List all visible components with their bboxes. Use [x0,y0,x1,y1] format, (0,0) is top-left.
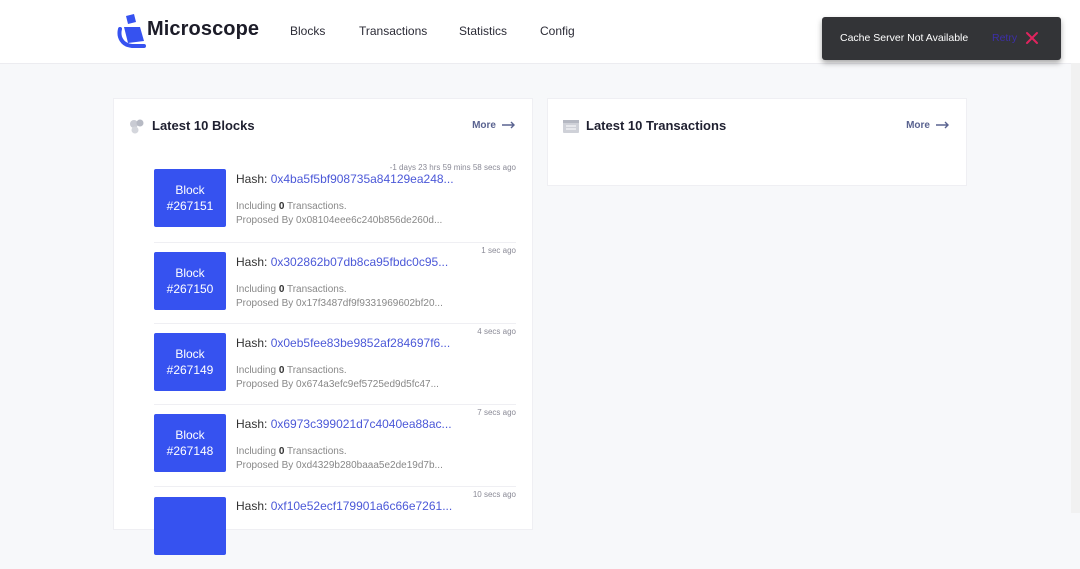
tx-count: 0 [278,201,285,212]
block-tx-count: Including 0 Transactions. [236,446,347,457]
including-label: Including [236,446,277,457]
block-list-item: 10 secs ago Hash: 0xf10e52ecf179901a6c66… [154,486,516,569]
nav-blocks[interactable]: Blocks [290,24,325,38]
block-proposer: Proposed By 0x08104eee6c240b856de260d... [236,215,442,226]
more-transactions-link[interactable]: More [906,120,950,131]
block-hash-link[interactable]: 0x0eb5fee83be9852af284697f6... [271,336,451,350]
proposed-by-label: Proposed By [236,460,294,471]
block-badge[interactable]: Block #267149 [154,333,226,391]
hash-label: Hash: [236,499,268,513]
transactions-label: Transactions. [286,365,347,376]
block-hash: Hash: 0x6973c399021d7c4040ea88ac... [236,417,452,431]
hash-label: Hash: [236,336,268,350]
block-tx-count: Including 0 Transactions. [236,284,347,295]
block-hash: Hash: 0xf10e52ecf179901a6c66e7261... [236,499,452,513]
transactions-label: Transactions. [286,284,347,295]
block-badge[interactable]: Block #267150 [154,252,226,310]
including-label: Including [236,201,277,212]
panel-title: Latest 10 Transactions [586,118,727,133]
block-list-item: -1 days 23 hrs 59 mins 58 secs ago Block… [154,163,516,245]
hash-label: Hash: [236,172,268,186]
block-list-item: 4 secs ago Block #267149 Hash: 0x0eb5fee… [154,323,516,406]
block-hash-link[interactable]: 0x302862b07db8ca95fbdc0c95... [271,255,449,269]
tx-count: 0 [278,365,285,376]
arrow-right-icon [502,121,515,129]
block-number: #267148 [166,444,214,458]
latest-blocks-panel: Latest 10 Blocks More -1 days 23 hrs 59 … [113,98,533,555]
more-blocks-link[interactable]: More [472,120,516,131]
nav-statistics[interactable]: Statistics [459,24,507,38]
block-number: #267151 [166,199,214,213]
block-badge[interactable] [154,497,226,555]
block-proposer: Proposed By 0xd4329b280baaa5e2de19d7b... [236,460,443,471]
hash-label: Hash: [236,417,268,431]
tx-count: 0 [278,284,285,295]
toast-retry-button[interactable]: Retry [992,32,1017,44]
proposed-by-label: Proposed By [236,298,294,309]
block-time: 10 secs ago [472,490,516,499]
panel-title: Latest 10 Blocks [152,118,255,133]
proposed-by-label: Proposed By [236,379,294,390]
hash-label: Hash: [236,255,268,269]
block-hash-link[interactable]: 0x6973c399021d7c4040ea88ac... [271,417,452,431]
block-time: 7 secs ago [477,408,516,417]
block-proposer: Proposed By 0x17f3487df9f9331969602bf20.… [236,298,443,309]
block-tx-count: Including 0 Transactions. [236,365,347,376]
block-badge[interactable]: Block #267148 [154,414,226,472]
block-tx-count: Including 0 Transactions. [236,201,347,212]
proposer-address: 0xd4329b280baaa5e2de19d7b... [296,460,443,471]
block-label: Block [175,428,205,442]
toast-message: Cache Server Not Available [840,32,969,44]
block-time: -1 days 23 hrs 59 mins 58 secs ago [389,163,516,172]
nav-config[interactable]: Config [540,24,575,38]
transactions-label: Transactions. [286,446,347,457]
transactions-list-icon [563,120,579,133]
more-label: More [472,120,496,131]
block-time: 4 secs ago [477,327,516,336]
block-hash: Hash: 0x0eb5fee83be9852af284697f6... [236,336,450,350]
block-hash: Hash: 0x4ba5f5bf908735a84129ea248... [236,172,454,186]
including-label: Including [236,365,277,376]
proposer-address: 0x08104eee6c240b856de260d... [296,215,443,226]
block-badge[interactable]: Block #267151 [154,169,226,227]
proposer-address: 0x17f3487df9f9331969602bf20... [296,298,443,309]
latest-transactions-panel: Latest 10 Transactions More [547,98,967,186]
tx-count: 0 [278,446,285,457]
block-hash-link[interactable]: 0x4ba5f5bf908735a84129ea248... [271,172,454,186]
proposed-by-label: Proposed By [236,215,294,226]
blocks-cubes-icon [130,119,144,134]
block-time: 1 sec ago [481,246,516,255]
more-label: More [906,120,930,131]
including-label: Including [236,284,277,295]
block-label: Block [175,266,205,280]
page-scrollbar[interactable] [1071,63,1080,513]
close-icon[interactable] [1024,30,1040,46]
block-label: Block [175,347,205,361]
block-list-item: 7 secs ago Block #267148 Hash: 0x6973c39… [154,404,516,487]
block-proposer: Proposed By 0x674a3efc9ef5725ed9d5fc47..… [236,379,439,390]
nav-transactions[interactable]: Transactions [359,24,427,38]
transactions-label: Transactions. [286,201,347,212]
proposer-address: 0x674a3efc9ef5725ed9d5fc47... [296,379,439,390]
block-hash-link[interactable]: 0xf10e52ecf179901a6c66e7261... [271,499,453,513]
arrow-right-icon [936,121,949,129]
block-number: #267149 [166,363,214,377]
block-number: #267150 [166,282,214,296]
block-list-item: 1 sec ago Block #267150 Hash: 0x302862b0… [154,242,516,325]
block-label: Block [175,183,205,197]
block-hash: Hash: 0x302862b07db8ca95fbdc0c95... [236,255,448,269]
brand-name[interactable]: Microscope [147,18,259,41]
